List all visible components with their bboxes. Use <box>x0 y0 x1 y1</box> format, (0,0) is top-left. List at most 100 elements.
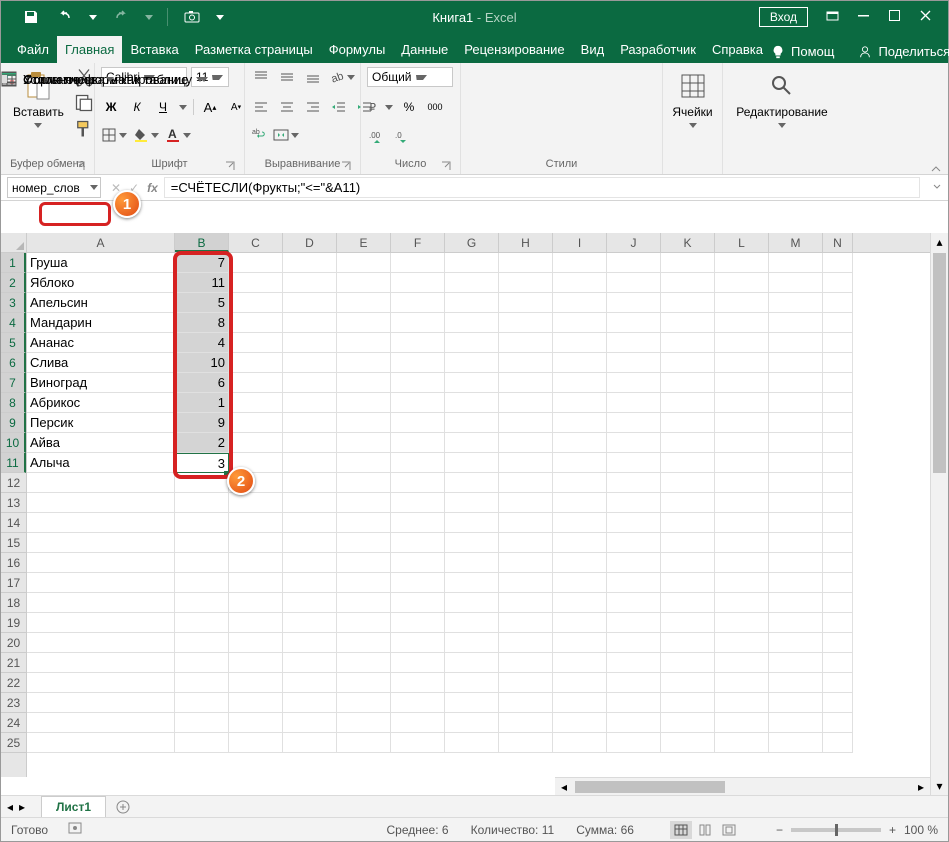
cell[interactable] <box>391 493 445 513</box>
cell[interactable] <box>283 653 337 673</box>
cell[interactable] <box>229 513 283 533</box>
cell[interactable] <box>337 353 391 373</box>
cell[interactable] <box>823 533 853 553</box>
cell[interactable] <box>769 573 823 593</box>
cell[interactable] <box>499 413 553 433</box>
row-header[interactable]: 13 <box>1 493 26 513</box>
cell[interactable]: Слива <box>27 353 175 373</box>
cell[interactable] <box>823 493 853 513</box>
scroll-down-icon[interactable]: ▾ <box>931 777 948 795</box>
cell[interactable] <box>445 553 499 573</box>
cell[interactable] <box>229 713 283 733</box>
merge-cells-icon[interactable] <box>273 127 299 143</box>
cell[interactable] <box>283 593 337 613</box>
align-left-icon[interactable] <box>251 97 271 117</box>
cell[interactable] <box>661 613 715 633</box>
cell[interactable] <box>715 653 769 673</box>
cell[interactable] <box>445 713 499 733</box>
cell[interactable] <box>445 573 499 593</box>
cell[interactable] <box>175 593 229 613</box>
cell[interactable] <box>607 273 661 293</box>
cell[interactable] <box>229 373 283 393</box>
cell[interactable] <box>391 593 445 613</box>
cell[interactable] <box>715 733 769 753</box>
share-button[interactable]: Поделиться <box>878 44 949 59</box>
undo-icon[interactable] <box>55 7 75 27</box>
cell[interactable] <box>337 573 391 593</box>
cell[interactable] <box>769 653 823 673</box>
horizontal-scrollbar[interactable]: ◂ ▸ <box>555 777 930 795</box>
cell[interactable] <box>823 733 853 753</box>
grow-font-icon[interactable]: A▴ <box>200 97 220 117</box>
cell[interactable] <box>769 693 823 713</box>
cell[interactable] <box>499 573 553 593</box>
cell[interactable] <box>823 313 853 333</box>
cell[interactable] <box>337 593 391 613</box>
cell[interactable] <box>661 393 715 413</box>
cell[interactable] <box>337 253 391 273</box>
col-header-K[interactable]: K <box>661 233 715 252</box>
cell[interactable] <box>391 713 445 733</box>
cell[interactable] <box>769 393 823 413</box>
cell[interactable] <box>445 253 499 273</box>
cell[interactable] <box>445 653 499 673</box>
cell[interactable] <box>499 653 553 673</box>
cell[interactable] <box>769 673 823 693</box>
cell[interactable] <box>337 673 391 693</box>
cell[interactable] <box>661 493 715 513</box>
cell[interactable] <box>661 253 715 273</box>
cell[interactable] <box>499 533 553 553</box>
cell[interactable] <box>27 553 175 573</box>
cell[interactable] <box>769 493 823 513</box>
camera-icon[interactable] <box>182 7 202 27</box>
currency-icon[interactable]: ₽ <box>367 99 393 115</box>
cell[interactable] <box>715 453 769 473</box>
row-header[interactable]: 1 <box>1 253 26 273</box>
cell[interactable] <box>337 493 391 513</box>
row-header[interactable]: 23 <box>1 693 26 713</box>
cell[interactable] <box>283 553 337 573</box>
cells-area[interactable]: Груша7Яблоко11Апельсин5Мандарин8Ананас4С… <box>27 253 930 777</box>
cell[interactable] <box>823 453 853 473</box>
cell[interactable] <box>337 473 391 493</box>
cell[interactable] <box>499 473 553 493</box>
cell[interactable] <box>553 693 607 713</box>
cell[interactable] <box>769 273 823 293</box>
cell[interactable] <box>499 713 553 733</box>
cell[interactable] <box>445 433 499 453</box>
cell[interactable] <box>445 473 499 493</box>
cell[interactable] <box>553 293 607 313</box>
wrap-text-icon[interactable]: ab <box>251 127 267 143</box>
cell[interactable] <box>499 273 553 293</box>
cell[interactable]: Мандарин <box>27 313 175 333</box>
cell[interactable] <box>661 673 715 693</box>
page-break-view-icon[interactable] <box>718 821 740 839</box>
cell[interactable] <box>337 533 391 553</box>
cell[interactable] <box>391 573 445 593</box>
cell[interactable] <box>607 593 661 613</box>
comma-icon[interactable]: 000 <box>425 97 445 117</box>
cell[interactable] <box>715 533 769 553</box>
cell[interactable] <box>823 253 853 273</box>
cell[interactable] <box>823 613 853 633</box>
cell[interactable] <box>553 353 607 373</box>
row-header[interactable]: 5 <box>1 333 26 353</box>
cell[interactable] <box>499 693 553 713</box>
cell[interactable] <box>283 373 337 393</box>
cell[interactable] <box>661 533 715 553</box>
cell[interactable] <box>229 333 283 353</box>
borders-icon[interactable] <box>101 127 127 143</box>
cell[interactable] <box>553 473 607 493</box>
cell[interactable] <box>391 673 445 693</box>
cell[interactable] <box>553 713 607 733</box>
cell[interactable] <box>283 393 337 413</box>
cell[interactable]: Груша <box>27 253 175 273</box>
cell[interactable] <box>391 253 445 273</box>
copy-icon[interactable] <box>74 93 94 113</box>
close-icon[interactable] <box>919 9 932 25</box>
cell[interactable] <box>391 433 445 453</box>
cell[interactable] <box>27 593 175 613</box>
row-header[interactable]: 20 <box>1 633 26 653</box>
cell[interactable] <box>337 373 391 393</box>
cell[interactable] <box>337 273 391 293</box>
